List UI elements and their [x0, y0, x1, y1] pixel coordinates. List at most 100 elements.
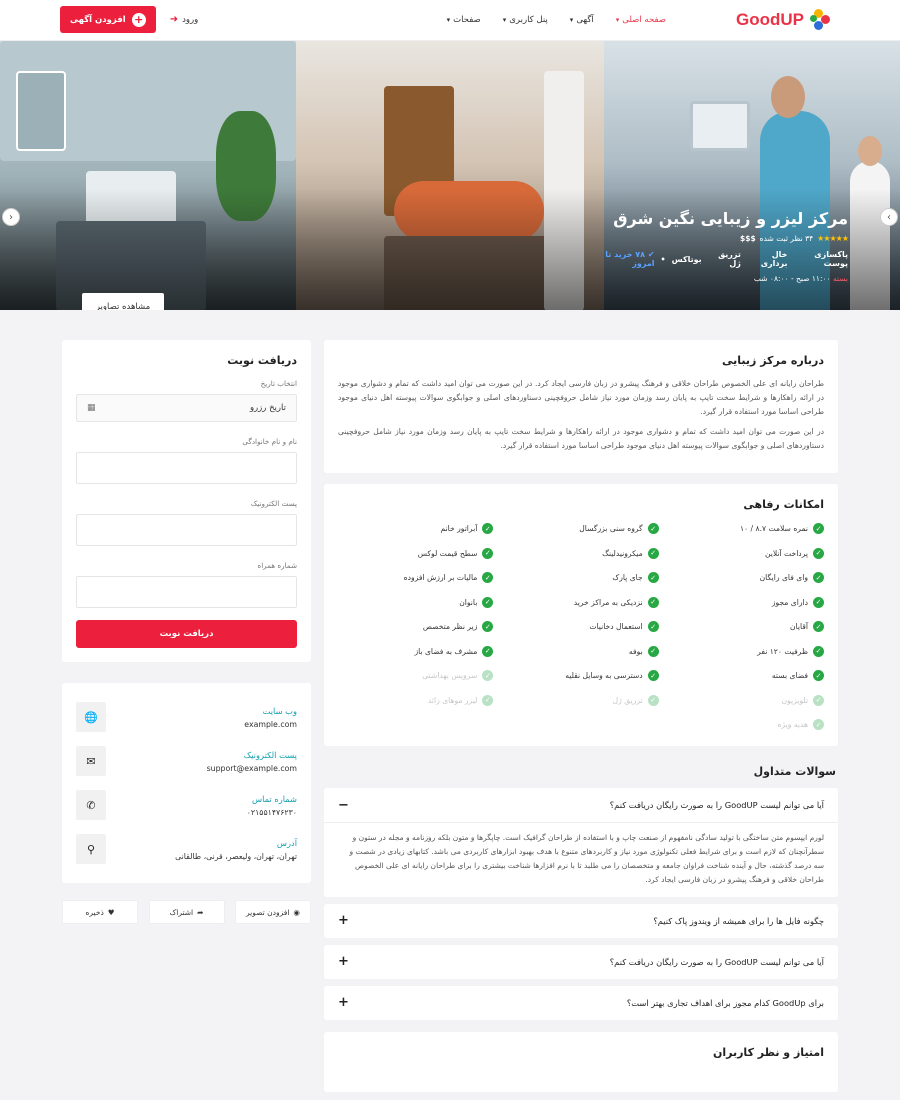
- amenity-label: سطح قیمت لوکس: [417, 548, 478, 558]
- amenity-label: پرداخت آنلاین: [764, 548, 808, 558]
- opening-hours: بسته ۱۱:۰۰ صبح - ۰۸:۰۰ شب: [588, 274, 848, 283]
- amenity-item: ✓ پرداخت آنلاین: [669, 546, 824, 561]
- amenity-label: گروه سنی بزرگسال: [579, 524, 643, 534]
- add-photo-label: افزودن تصویر: [246, 907, 290, 917]
- amenity-label: ظرفیت ۱۲۰ نفر: [757, 646, 808, 656]
- amenity-label: جای پارک: [612, 573, 643, 583]
- faq-answer: لورم ایپسوم متن ساختگی با تولید سادگی نا…: [324, 822, 838, 897]
- contact-text: پست الکترونیک support@example.com: [207, 750, 297, 773]
- amenity-label: استعمال دخانیات: [589, 622, 643, 632]
- faq-question-text: آیا می توانم لیست GoodUP را به صورت رایگ…: [609, 800, 824, 811]
- faq-question[interactable]: برای GoodUp کدام مجوز برای اهداف تجاری ب…: [324, 986, 838, 1020]
- get-appointment-button[interactable]: دریافت نوبت: [76, 620, 297, 648]
- gallery-next-arrow-icon[interactable]: ›: [880, 208, 898, 226]
- nav-label: آگهی: [576, 15, 594, 25]
- sidebar: دریافت نوبت انتخاب تاریخ تاریخ رزرو ▦ نا…: [62, 340, 311, 924]
- date-picker-input[interactable]: تاریخ رزرو ▦: [76, 394, 297, 422]
- check-circle-icon: ✓: [482, 523, 494, 535]
- check-circle-icon: ✓: [482, 547, 494, 559]
- add-photo-button[interactable]: ◉ افزودن تصویر: [235, 900, 311, 924]
- email-label: پست الکترونیک: [250, 499, 297, 508]
- share-button[interactable]: ➦ اشتراک: [148, 900, 225, 924]
- amenity-label: تزریق ژل: [612, 695, 643, 705]
- contact-title: آدرس: [276, 837, 297, 848]
- nav-listings[interactable]: آگهی ▾: [570, 15, 594, 25]
- contact-info-card: 🌐 وب سایت example.com ✉ پست الکترونیک support…: [62, 683, 311, 883]
- contact-value[interactable]: support@example.com: [207, 764, 297, 773]
- amenity-item: ✓ هدیه ویژه: [669, 717, 824, 732]
- amenity-item: ✓ لیزر موهای زائد: [338, 693, 494, 708]
- tag[interactable]: تزریق ژل: [708, 250, 741, 268]
- amenity-item: ✓ بانوان: [338, 595, 494, 610]
- check-circle-icon: ✓: [647, 547, 659, 559]
- nav-user-panel[interactable]: پنل کاربری ▾: [503, 15, 548, 25]
- phone-field[interactable]: [76, 576, 297, 608]
- contact-text: آدرس تهران، تهران، ولیعصر، قرنی، طالقانی: [175, 838, 297, 861]
- tag[interactable]: خال برداری: [747, 250, 788, 268]
- save-button[interactable]: ♥ ذخیره: [62, 900, 138, 924]
- review-count: ۳۴ نظر ثبت شده: [759, 234, 814, 243]
- contact-value[interactable]: تهران، تهران، ولیعصر، قرنی، طالقانی: [175, 852, 297, 861]
- faq-question[interactable]: آیا می توانم لیست GoodUP را به صورت رایگ…: [324, 945, 838, 979]
- reviews-title: امتیاز و نظر کاربران: [712, 1045, 824, 1059]
- plus-icon[interactable]: +: [338, 954, 349, 969]
- amenity-label: سرویس بهداشتی: [422, 671, 478, 681]
- amenity-item: ✓ آبراتور خانم: [338, 521, 494, 536]
- contact-value[interactable]: ۰۲۱۵۵۱۴۷۶۲۳۰: [247, 808, 297, 817]
- view-photos-button[interactable]: مشاهده تصاویر: [82, 293, 164, 310]
- hours-range: ۱۱:۰۰ صبح - ۰۸:۰۰ شب: [753, 274, 831, 283]
- gallery-prev-arrow-icon[interactable]: ‹: [2, 208, 20, 226]
- date-value: تاریخ رزرو: [249, 403, 286, 413]
- top-navbar: GoodUP صفحه اصلی ▾ آگهی ▾ پنل کاربری ▾ صفحا…: [0, 0, 900, 41]
- tag[interactable]: بوتاکس: [672, 255, 702, 264]
- tag[interactable]: پاکسازی پوست: [793, 250, 848, 268]
- sign-in-icon: ➜: [169, 14, 179, 25]
- check-circle-icon: ✓: [647, 523, 659, 535]
- plus-icon[interactable]: +: [338, 913, 349, 928]
- contact-title: وب سایت: [262, 705, 297, 716]
- listing-tags: پاکسازی پوست خال برداری تزریق ژل بوتاکس …: [588, 250, 848, 268]
- contact-row: ✆ شماره تماس ۰۲۱۵۵۱۴۷۶۲۳۰: [76, 783, 297, 827]
- chevron-down-icon: ▾: [446, 16, 451, 24]
- add-listing-label: افزودن آگهی: [70, 14, 126, 25]
- faq-item: آیا می توانم لیست GoodUP را به صورت رایگ…: [324, 944, 838, 979]
- check-circle-icon: ✓: [482, 670, 494, 682]
- amenity-label: مالیات بر ارزش افزوده: [403, 573, 478, 583]
- heart-icon: ♥: [107, 907, 115, 917]
- plus-icon[interactable]: +: [338, 995, 349, 1010]
- check-circle-icon: ✓: [813, 621, 824, 633]
- contact-text: شماره تماس ۰۲۱۵۵۱۴۷۶۲۳۰: [247, 794, 297, 817]
- open-status: بسته: [832, 274, 848, 283]
- phone-label: شماره همراه: [257, 561, 297, 570]
- amenity-item: ✓ سطح قیمت لوکس: [338, 546, 494, 561]
- price-level: $$$: [740, 234, 756, 243]
- nav-label: صفحات: [453, 15, 481, 25]
- email-field[interactable]: [76, 514, 297, 546]
- amenity-item: ✓ دسترسی به وسایل نقلیه: [503, 668, 659, 683]
- main-column: درباره مرکز زیبایی طراحان رایانه ای علی …: [324, 340, 838, 1092]
- logo-icon: [808, 9, 830, 31]
- amenity-label: هدیه ویژه: [777, 720, 808, 730]
- contact-row: 🌐 وب سایت example.com: [76, 695, 297, 739]
- about-title: درباره مرکز زیبایی: [722, 354, 824, 367]
- check-circle-icon: ✓: [482, 596, 494, 608]
- nav-home[interactable]: صفحه اصلی ▾: [616, 15, 666, 25]
- minus-icon[interactable]: −: [338, 798, 349, 813]
- amenity-item: ✓ مشرف به فضای باز: [338, 644, 494, 659]
- name-field[interactable]: [76, 452, 297, 484]
- check-circle-icon: ✓: [647, 572, 659, 584]
- faq-question[interactable]: چگونه فایل ها را برای همیشه از ویندوز پا…: [324, 904, 838, 938]
- buyers-count: ✔ ۷۸ خرید تا امروز: [588, 250, 654, 268]
- contact-value[interactable]: example.com: [244, 720, 297, 729]
- amenity-item: ✓ میکرونیدلینگ: [503, 546, 659, 561]
- brand-logo[interactable]: GoodUP: [736, 9, 830, 31]
- faq-question[interactable]: آیا می توانم لیست GoodUP را به صورت رایگ…: [324, 788, 838, 822]
- amenities-title: امکانات رفاهی: [743, 498, 824, 512]
- add-listing-button[interactable]: + افزودن آگهی: [60, 6, 156, 33]
- faq-question-text: برای GoodUp کدام مجوز برای اهداف تجاری ب…: [626, 997, 824, 1008]
- nav-pages[interactable]: صفحات ▾: [447, 15, 481, 25]
- amenity-item: ✓ وای فای رایگان: [669, 570, 824, 585]
- contact-row: ✉ پست الکترونیک support@example.com: [76, 739, 297, 783]
- login-link[interactable]: ورود ➜: [170, 14, 199, 25]
- amenity-label: دسترسی به وسایل نقلیه: [565, 671, 643, 681]
